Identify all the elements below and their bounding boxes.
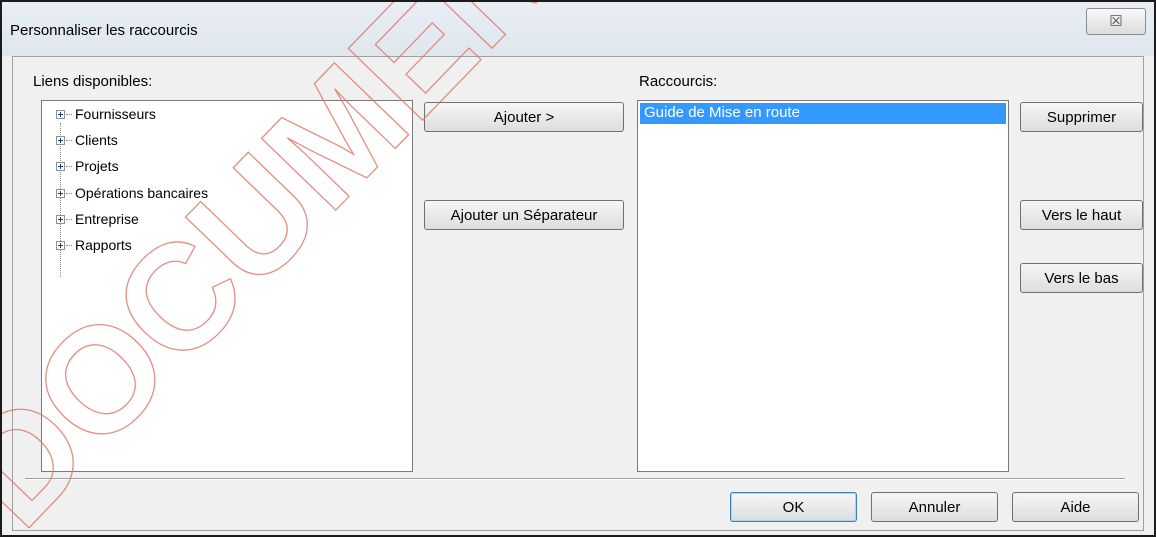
expand-icon[interactable]	[56, 241, 65, 250]
ok-button[interactable]: OK	[730, 492, 857, 522]
footer-divider	[25, 478, 1125, 480]
title-bar: Personnaliser les raccourcis ☒	[2, 2, 1154, 56]
tree-connector	[66, 166, 72, 167]
tree-item-projets[interactable]: Projets	[56, 158, 356, 182]
tree-connector	[66, 193, 72, 194]
tree-connector	[66, 140, 72, 141]
tree-item-label: Clients	[75, 132, 118, 148]
tree-item-label: Fournisseurs	[75, 106, 156, 122]
expand-icon[interactable]	[56, 189, 65, 198]
tree-connector	[66, 245, 72, 246]
add-separator-button[interactable]: Ajouter un Séparateur	[424, 200, 624, 230]
close-icon: ☒	[1109, 13, 1123, 30]
tree-item-label: Projets	[75, 158, 119, 174]
tree-item-label: Opérations bancaires	[75, 185, 209, 201]
shortcuts-label: Raccourcis:	[639, 73, 718, 90]
expand-icon[interactable]	[56, 215, 65, 224]
close-button[interactable]: ☒	[1086, 8, 1146, 35]
tree-item-rapports[interactable]: Rapports	[56, 237, 356, 261]
available-links-label: Liens disponibles:	[33, 73, 153, 90]
tree-item-fournisseurs[interactable]: Fournisseurs	[56, 106, 356, 130]
list-item-selected[interactable]: Guide de Mise en route	[640, 103, 1006, 124]
help-button[interactable]: Aide	[1012, 492, 1139, 522]
tree-item-operations-bancaires[interactable]: Opérations bancaires	[56, 185, 356, 209]
tree-item-clients[interactable]: Clients	[56, 132, 356, 156]
expand-icon[interactable]	[56, 110, 65, 119]
tree-item-entreprise[interactable]: Entreprise	[56, 211, 356, 235]
expand-icon[interactable]	[56, 162, 65, 171]
cancel-button[interactable]: Annuler	[871, 492, 998, 522]
available-links-tree[interactable]: Fournisseurs Clients Projets Opérations …	[41, 100, 413, 472]
expand-icon[interactable]	[56, 136, 65, 145]
tree-connector	[66, 219, 72, 220]
move-down-button[interactable]: Vers le bas	[1020, 263, 1143, 293]
add-button[interactable]: Ajouter >	[424, 102, 624, 132]
dialog-title: Personnaliser les raccourcis	[10, 22, 198, 39]
customize-shortcuts-dialog: Personnaliser les raccourcis ☒ Liens dis…	[0, 0, 1156, 537]
shortcuts-list[interactable]: Guide de Mise en route	[637, 100, 1009, 472]
dialog-body: Liens disponibles: Fournisseurs Clients …	[12, 56, 1144, 531]
tree-item-label: Rapports	[75, 237, 132, 253]
move-up-button[interactable]: Vers le haut	[1020, 200, 1143, 230]
tree-item-label: Entreprise	[75, 211, 139, 227]
delete-button[interactable]: Supprimer	[1020, 102, 1143, 132]
tree-connector	[66, 114, 72, 115]
